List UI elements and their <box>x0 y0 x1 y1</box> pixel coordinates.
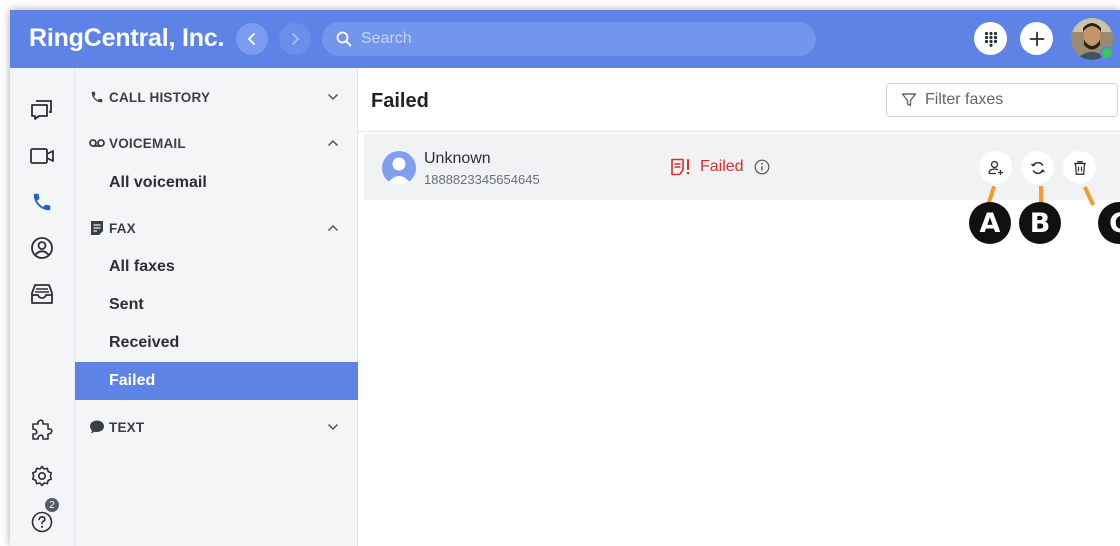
search-bar[interactable] <box>322 22 816 56</box>
fax-failed-icon <box>671 158 690 176</box>
add-contact-button[interactable] <box>979 151 1012 184</box>
rail-video[interactable] <box>28 142 56 170</box>
menu-item-all-voicemail[interactable]: All voicemail <box>75 164 358 202</box>
menu-item-sent[interactable]: Sent <box>75 286 358 324</box>
callout-c: C <box>1098 202 1120 244</box>
contact-number: 1888823345654645 <box>424 172 540 187</box>
apps-icon <box>32 419 53 440</box>
help-badge: 2 <box>45 498 59 512</box>
filter-icon <box>901 93 917 107</box>
section-label: FAX <box>109 220 136 236</box>
menu-item-received[interactable]: Received <box>75 324 358 362</box>
header-divider <box>358 131 1120 132</box>
dialpad-icon <box>984 31 997 47</box>
info-icon[interactable] <box>754 159 770 175</box>
section-fax[interactable]: FAX <box>75 213 358 243</box>
section-call-history[interactable]: CALL HISTORY <box>75 82 358 112</box>
fax-icon <box>88 219 106 237</box>
top-header: RingCentral, Inc. <box>10 10 1120 68</box>
section-text[interactable]: TEXT <box>75 412 358 442</box>
filter-input[interactable] <box>925 91 1105 109</box>
chevron-up-icon <box>326 136 340 150</box>
app-window: RingCentral, Inc. Search 2 CALL HISTORY … <box>10 10 1120 546</box>
main-panel: Failed Unknown 1888823345654645 Failed <box>358 68 1120 546</box>
fax-row[interactable]: Unknown 1888823345654645 Failed <box>364 134 1120 200</box>
dialpad-button[interactable] <box>974 22 1007 55</box>
callout-b: B <box>1019 202 1061 244</box>
messages-icon <box>31 100 52 120</box>
phone-icon <box>33 193 51 211</box>
search-icon <box>336 31 352 47</box>
side-menu: CALL HISTORY VOICEMAIL All voicemail FAX… <box>75 68 358 546</box>
phone-icon <box>88 88 106 106</box>
rail-messages[interactable] <box>28 96 56 124</box>
left-rail: 2 <box>10 68 75 546</box>
callout-a: A <box>969 202 1011 244</box>
menu-item-failed[interactable]: Failed <box>75 362 358 400</box>
rail-inbox[interactable] <box>28 280 56 308</box>
contact-avatar <box>382 151 416 185</box>
section-label: TEXT <box>109 419 145 435</box>
rail-apps[interactable] <box>28 416 56 444</box>
rail-contacts[interactable] <box>28 234 56 262</box>
section-label: VOICEMAIL <box>109 135 186 151</box>
search-input[interactable] <box>361 30 781 48</box>
menu-item-all-faxes[interactable]: All faxes <box>75 248 358 286</box>
chevron-down-icon <box>326 90 340 104</box>
voicemail-icon <box>88 134 106 152</box>
help-icon <box>31 511 53 533</box>
plus-icon <box>1029 31 1044 46</box>
chevron-left-icon <box>247 33 255 45</box>
video-icon <box>30 148 54 164</box>
rail-phone[interactable] <box>28 188 56 216</box>
company-name: RingCentral, Inc. <box>29 24 225 52</box>
resend-button[interactable] <box>1021 151 1054 184</box>
forward-button[interactable] <box>279 23 311 55</box>
add-contact-icon <box>987 160 1003 175</box>
rail-help[interactable] <box>28 508 56 536</box>
chevron-down-icon <box>326 420 340 434</box>
inbox-icon <box>31 284 53 304</box>
filter-box[interactable] <box>886 83 1118 117</box>
contact-name: Unknown <box>424 150 491 167</box>
page-title: Failed <box>371 90 429 112</box>
presence-indicator <box>1100 46 1114 60</box>
chat-bubble-icon <box>88 418 106 436</box>
back-button[interactable] <box>236 23 268 55</box>
delete-button[interactable] <box>1063 151 1096 184</box>
chevron-up-icon <box>326 221 340 235</box>
section-voicemail[interactable]: VOICEMAIL <box>75 128 358 158</box>
chevron-right-icon <box>292 33 300 45</box>
contacts-icon <box>31 237 53 259</box>
rail-settings[interactable] <box>28 462 56 490</box>
new-action-button[interactable] <box>1020 22 1053 55</box>
settings-icon <box>31 465 53 487</box>
trash-icon <box>1073 160 1086 175</box>
status-label: Failed <box>700 158 744 175</box>
person-icon <box>386 157 412 185</box>
fax-status: Failed <box>670 158 770 176</box>
refresh-icon <box>1030 161 1045 174</box>
section-label: CALL HISTORY <box>109 89 211 105</box>
